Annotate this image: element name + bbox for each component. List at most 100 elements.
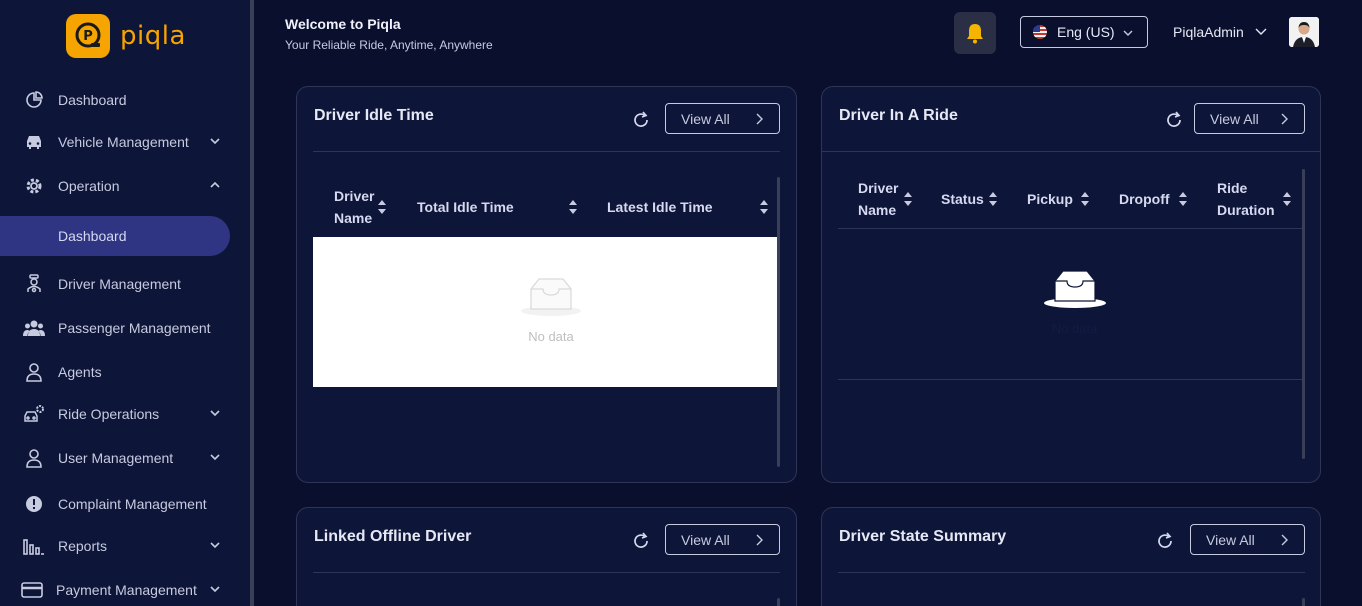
bell-icon: [967, 24, 983, 44]
column-header-dropoff[interactable]: Dropoff: [1119, 188, 1170, 210]
column-header-pickup[interactable]: Pickup: [1027, 188, 1073, 210]
sidebar-item-label: Reports: [58, 538, 108, 554]
brand-logo[interactable]: P piqla: [66, 14, 186, 58]
sort-icon[interactable]: [1080, 191, 1090, 207]
avatar[interactable]: [1289, 17, 1319, 47]
sort-icon[interactable]: [1178, 191, 1188, 207]
chevron-down-icon: [210, 454, 220, 461]
sidebar-item-passenger-management[interactable]: Passenger Management: [0, 310, 250, 346]
brand-name: piqla: [120, 21, 186, 51]
language-select[interactable]: Eng (US): [1020, 16, 1148, 48]
table-scrollbar[interactable]: [777, 598, 780, 606]
car-gear-icon: [22, 402, 46, 426]
chevron-down-icon: [210, 586, 220, 593]
sidebar-item-payment-management[interactable]: Payment Management: [0, 572, 250, 606]
view-all-button[interactable]: View All: [665, 524, 780, 555]
sort-icon[interactable]: [568, 199, 578, 215]
sidebar-item-label: Agents: [58, 364, 102, 380]
user-menu[interactable]: PiqlaAdmin: [1173, 24, 1268, 40]
alert-icon: [22, 492, 46, 516]
card-title: Linked Offline Driver: [314, 528, 472, 545]
user-photo-icon: [1289, 17, 1319, 47]
sidebar-item-vehicle-management[interactable]: Vehicle Management: [0, 124, 250, 160]
username: PiqlaAdmin: [1173, 24, 1244, 40]
car-icon: [22, 130, 46, 154]
language-value: Eng (US): [1057, 24, 1115, 40]
chevron-up-icon: [210, 181, 220, 188]
chevron-down-icon: [210, 138, 220, 145]
view-all-button[interactable]: View All: [665, 103, 780, 134]
sidebar-subitem-dashboard[interactable]: Dashboard: [0, 216, 230, 256]
sidebar-scrollbar[interactable]: [250, 0, 254, 606]
view-all-button[interactable]: View All: [1190, 524, 1305, 555]
card-icon: [20, 578, 44, 602]
logo-icon: P: [66, 14, 110, 58]
refresh-icon[interactable]: [631, 531, 651, 551]
column-header-total-idle-time[interactable]: Total Idle Time: [417, 196, 514, 218]
empty-text: No data: [1051, 321, 1098, 336]
card-linked-offline-driver: Linked Offline Driver View All: [296, 507, 797, 606]
sidebar-item-label: Dashboard: [58, 228, 127, 244]
card-title: Driver In A Ride: [839, 107, 958, 124]
chevron-right-icon: [1281, 113, 1288, 125]
column-header-driver-name[interactable]: Driver Name: [858, 177, 908, 221]
refresh-icon[interactable]: [1155, 531, 1175, 551]
card-divider: [313, 151, 780, 152]
sidebar-item-operation[interactable]: Operation: [0, 168, 250, 204]
sidebar-item-label: Driver Management: [58, 276, 181, 292]
view-all-label: View All: [681, 110, 730, 127]
empty-inbox-icon: [1044, 270, 1106, 308]
sidebar-item-label: Operation: [58, 178, 120, 194]
empty-state: No data: [313, 237, 777, 387]
chevron-right-icon: [756, 113, 763, 125]
page-subtitle: Your Reliable Ride, Anytime, Anywhere: [285, 38, 493, 52]
table-scrollbar[interactable]: [1302, 598, 1305, 606]
sort-icon[interactable]: [759, 199, 769, 215]
person-icon: [22, 360, 46, 384]
column-header-status[interactable]: Status: [941, 188, 984, 210]
us-flag-icon: [1033, 25, 1047, 39]
person-icon: [22, 446, 46, 470]
sidebar-item-label: Payment Management: [56, 582, 197, 598]
card-title: Driver Idle Time: [314, 107, 434, 124]
sidebar-item-ride-operations[interactable]: Ride Operations: [0, 396, 250, 432]
pie-chart-icon: [22, 88, 46, 112]
sidebar-item-user-management[interactable]: User Management: [0, 440, 250, 476]
chevron-right-icon: [756, 534, 763, 546]
sidebar-item-reports[interactable]: Reports: [0, 528, 250, 564]
sort-icon[interactable]: [377, 199, 387, 215]
column-header-latest-idle-time[interactable]: Latest Idle Time: [607, 196, 713, 218]
sidebar-item-agents[interactable]: Agents: [0, 354, 250, 390]
sort-icon[interactable]: [1282, 191, 1292, 207]
card-divider: [313, 572, 780, 573]
sort-icon[interactable]: [903, 191, 913, 207]
page-title: Welcome to Piqla: [285, 16, 401, 32]
card-driver-in-a-ride: Driver In A Ride View All Driver Name St…: [821, 86, 1321, 483]
chevron-down-icon: [210, 410, 220, 417]
column-header-ride-duration[interactable]: Ride Duration: [1217, 177, 1277, 221]
chevron-down-icon: [1255, 28, 1267, 35]
refresh-icon[interactable]: [1164, 110, 1184, 130]
gear-icon: [22, 174, 46, 198]
users-icon: [22, 316, 46, 340]
view-all-label: View All: [681, 531, 730, 548]
sidebar-item-dashboard[interactable]: Dashboard: [0, 82, 250, 118]
card-title: Driver State Summary: [839, 528, 1007, 545]
table-scrollbar[interactable]: [1302, 169, 1305, 459]
svg-text:P: P: [83, 29, 93, 44]
bar-chart-icon: [22, 534, 46, 558]
view-all-label: View All: [1206, 531, 1255, 548]
sidebar-item-driver-management[interactable]: Driver Management: [0, 266, 250, 302]
chevron-down-icon: [1123, 30, 1133, 36]
refresh-icon[interactable]: [631, 110, 651, 130]
empty-text: No data: [528, 329, 574, 344]
sidebar-item-label: Passenger Management: [58, 320, 211, 336]
sidebar-item-label: Complaint Management: [58, 496, 207, 512]
sort-icon[interactable]: [988, 191, 998, 207]
view-all-button[interactable]: View All: [1194, 103, 1305, 134]
notification-button[interactable]: [954, 12, 996, 54]
sidebar-item-label: User Management: [58, 450, 174, 466]
table-scrollbar[interactable]: [777, 177, 780, 467]
sidebar-item-label: Ride Operations: [58, 406, 160, 422]
sidebar-item-complaint-management[interactable]: Complaint Management: [0, 486, 250, 522]
